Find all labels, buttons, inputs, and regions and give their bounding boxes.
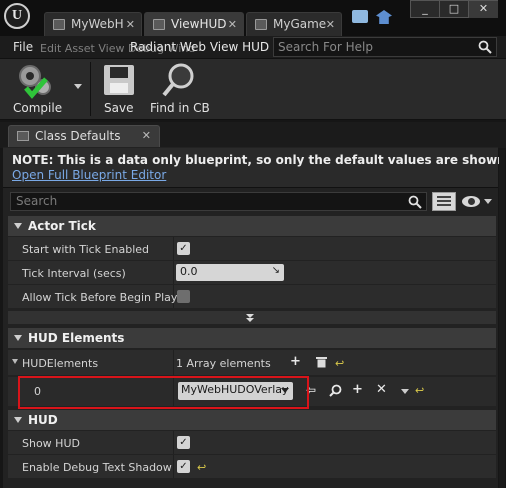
maximize-button[interactable]: □ bbox=[440, 1, 469, 18]
column-divider bbox=[173, 455, 174, 478]
tab-label: MyGame bbox=[273, 17, 327, 31]
start-tick-label: Start with Tick Enabled bbox=[22, 243, 150, 256]
blueprint-icon bbox=[153, 19, 165, 30]
close-tab-icon[interactable]: ✕ bbox=[228, 18, 237, 31]
tab-label: Class Defaults bbox=[35, 129, 121, 143]
reset-to-default-icon[interactable]: ↩ bbox=[415, 384, 424, 397]
array-summary: 1 Array elements bbox=[176, 357, 271, 370]
browse-icon[interactable] bbox=[329, 384, 342, 397]
blueprint-icon bbox=[53, 19, 65, 30]
category-title: HUD bbox=[28, 413, 58, 427]
category-hud-elements[interactable]: HUD Elements bbox=[8, 328, 496, 348]
compile-button[interactable]: Compile bbox=[6, 60, 88, 118]
reset-to-default-icon[interactable]: ↩ bbox=[335, 357, 344, 370]
tab-viewhud[interactable]: ViewHUD ✕ bbox=[144, 12, 244, 36]
new-class-icon[interactable]: + bbox=[352, 382, 363, 397]
tab-label: ViewHUD bbox=[171, 17, 227, 31]
search-icon[interactable] bbox=[478, 40, 492, 54]
close-tab-icon[interactable]: ✕ bbox=[142, 129, 151, 142]
show-hud-label: Show HUD bbox=[22, 437, 80, 450]
column-divider bbox=[173, 431, 174, 454]
highlight-box bbox=[18, 376, 309, 409]
window-controls: _ □ ✕ bbox=[410, 0, 498, 18]
tick-interval-value: 0.0 bbox=[180, 265, 198, 278]
close-tab-icon[interactable]: ✕ bbox=[326, 18, 335, 31]
details-search-input[interactable]: Search bbox=[10, 192, 427, 211]
hud-elements-label: HUDElements bbox=[22, 357, 99, 370]
blueprint-icon bbox=[255, 19, 267, 30]
menu-overlay-text: Radiant Web View HUD bbox=[130, 40, 270, 54]
column-divider bbox=[173, 261, 174, 284]
scrollbar[interactable] bbox=[499, 150, 505, 488]
tick-interval-input[interactable]: 0.0 ↘ bbox=[176, 264, 284, 281]
details-search-placeholder: Search bbox=[16, 194, 58, 208]
toolbar-separator bbox=[90, 62, 91, 116]
category-title: Actor Tick bbox=[28, 219, 96, 233]
search-icon[interactable] bbox=[408, 195, 422, 209]
allow-tick-label: Allow Tick Before Begin Play bbox=[22, 291, 178, 304]
tab-mygame[interactable]: MyGame ✕ bbox=[246, 12, 342, 36]
reset-to-default-icon[interactable]: ↩ bbox=[197, 461, 206, 474]
clear-icon[interactable]: ✕ bbox=[376, 382, 387, 397]
find-in-cb-button[interactable]: Find in CB bbox=[146, 60, 212, 118]
expand-arrow-icon[interactable] bbox=[12, 359, 18, 364]
trash-icon[interactable] bbox=[316, 356, 327, 368]
chevron-down-icon[interactable] bbox=[484, 199, 492, 204]
save-icon bbox=[104, 65, 134, 95]
minimize-button[interactable]: _ bbox=[411, 1, 440, 18]
property-matrix-icon[interactable] bbox=[432, 192, 456, 211]
close-button[interactable]: ✕ bbox=[469, 1, 498, 18]
add-element-icon[interactable]: + bbox=[290, 354, 301, 369]
debug-text-shadow-label: Enable Debug Text Shadow bbox=[22, 461, 172, 474]
advanced-expander[interactable] bbox=[8, 311, 496, 324]
tab-label: MyWebH bbox=[71, 17, 124, 31]
open-full-editor-link[interactable]: Open Full Blueprint Editor bbox=[12, 168, 166, 182]
category-actor-tick[interactable]: Actor Tick bbox=[8, 216, 496, 236]
column-divider bbox=[173, 350, 174, 375]
view-options-eye-icon[interactable] bbox=[462, 196, 480, 207]
category-title: HUD Elements bbox=[28, 331, 125, 345]
collapse-arrow-icon[interactable] bbox=[14, 335, 22, 341]
tab-class-defaults[interactable]: Class Defaults ✕ bbox=[8, 125, 160, 147]
compile-label: Compile bbox=[13, 101, 63, 115]
category-hud[interactable]: HUD bbox=[8, 410, 496, 430]
chevron-down-icon[interactable] bbox=[401, 389, 409, 394]
close-tab-icon[interactable]: ✕ bbox=[126, 18, 135, 31]
debug-text-shadow-checkbox[interactable]: ✓ bbox=[177, 460, 190, 473]
show-hud-checkbox[interactable]: ✓ bbox=[177, 436, 190, 449]
collapse-arrow-icon[interactable] bbox=[14, 223, 22, 229]
drag-handle-icon[interactable]: ↘ bbox=[272, 265, 280, 276]
magnifier-icon bbox=[162, 63, 194, 97]
help-search-placeholder: Search For Help bbox=[278, 40, 373, 54]
compile-icon bbox=[19, 65, 51, 99]
tick-interval-label: Tick Interval (secs) bbox=[22, 267, 126, 280]
save-label: Save bbox=[104, 101, 134, 115]
chat-icon[interactable] bbox=[352, 10, 368, 23]
menu-file[interactable]: File bbox=[13, 40, 33, 54]
property-row bbox=[8, 431, 496, 455]
details-icon bbox=[17, 131, 29, 141]
find-in-cb-label: Find in CB bbox=[150, 101, 210, 115]
column-divider bbox=[173, 237, 174, 260]
unreal-logo-icon: U bbox=[4, 3, 30, 29]
chevron-down-icon[interactable] bbox=[74, 84, 82, 89]
tab-mywebh[interactable]: MyWebH ✕ bbox=[44, 12, 142, 36]
unreal-editor-window: U MyWebH ✕ ViewHUD ✕ MyGame ✕ _ □ ✕ File… bbox=[0, 0, 506, 488]
save-button[interactable]: Save bbox=[96, 60, 142, 118]
collapse-arrow-icon[interactable] bbox=[14, 417, 22, 423]
start-tick-checkbox[interactable]: ✓ bbox=[177, 242, 190, 255]
allow-tick-checkbox[interactable] bbox=[177, 290, 190, 303]
help-search-input[interactable]: Search For Help bbox=[273, 37, 497, 57]
data-only-note: NOTE: This is a data only blueprint, so … bbox=[12, 153, 506, 167]
